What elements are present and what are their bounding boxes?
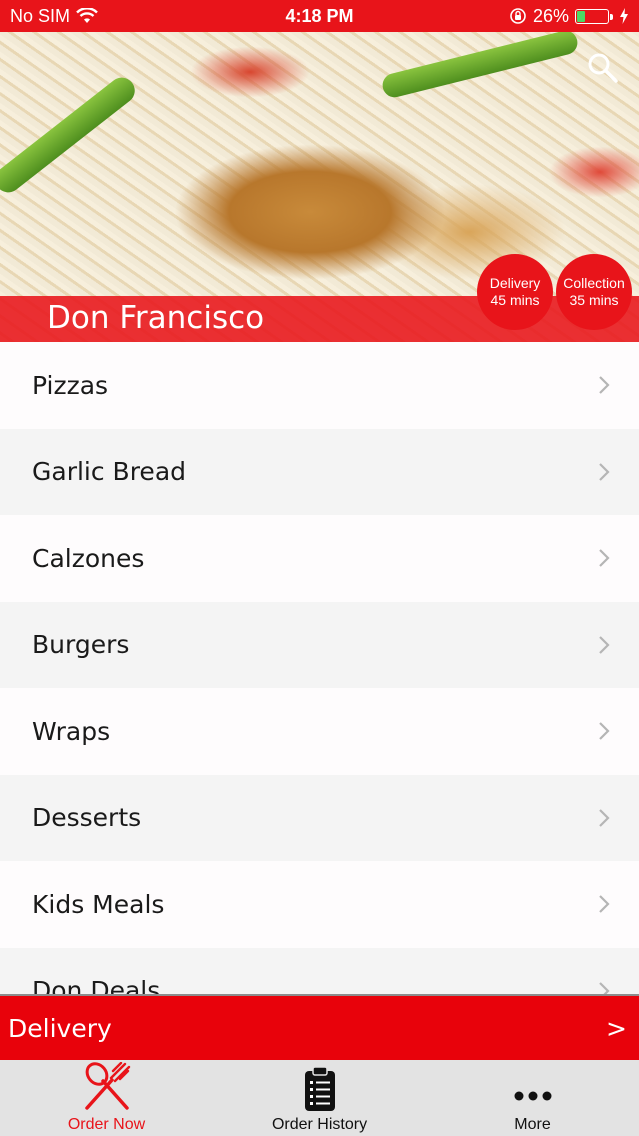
collection-time-badge: Collection 35 mins [556,254,632,330]
battery-level [577,10,586,22]
collection-badge-time: 35 mins [569,292,619,308]
charging-icon [620,8,628,24]
search-icon[interactable] [585,50,619,84]
menu-item-kids-meals[interactable]: Kids Meals [0,861,639,948]
tab-more[interactable]: More [426,1060,639,1136]
menu-item-burgers[interactable]: Burgers [0,601,639,688]
menu-item-label: Pizzas [32,370,109,400]
order-type-arrow: > [606,1013,627,1043]
menu-item-pizzas[interactable]: Pizzas [0,342,639,429]
chevron-right-icon [599,462,610,481]
delivery-badge-label: Delivery [489,275,541,291]
tab-label: More [514,1116,551,1133]
delivery-badge-time: 45 mins [490,292,540,308]
chevron-right-icon [599,549,610,568]
menu-item-label: Burgers [32,630,130,660]
tab-order-history[interactable]: Order History [213,1060,426,1136]
tab-label: Order Now [67,1116,146,1133]
chevron-right-icon [599,895,610,914]
menu-item-label: Garlic Bread [32,457,187,487]
status-right: 26% [509,6,629,27]
tab-order-now[interactable]: Order Now [0,1060,213,1136]
menu-item-don-deals[interactable]: Don Deals [0,947,639,994]
chevron-right-icon [599,376,610,395]
collection-badge-label: Collection [563,275,625,291]
menu-item-label: Calzones [32,543,145,573]
status-bar: No SIM 4:18 PM 26% [0,0,639,32]
more-dots-icon [514,1091,551,1101]
order-type-label: Delivery [8,1013,112,1043]
battery-percent: 26% [532,5,569,26]
menu-item-label: Don Deals [32,976,161,994]
order-type-bar[interactable]: Delivery > [0,994,639,1060]
menu-item-label: Desserts [32,803,142,833]
restaurant-name: Don Francisco [47,300,265,336]
menu-item-label: Wraps [32,716,111,746]
tab-bar: Order Now Order History More [0,1060,639,1136]
chevron-right-icon [599,635,610,654]
chevron-right-icon [599,981,610,994]
battery-icon [575,8,613,24]
chevron-right-icon [599,722,610,741]
menu-category-list[interactable]: Pizzas Garlic Bread Calzones Burgers Wra… [0,342,639,994]
fork-knife-icon [84,1062,130,1110]
tab-label: Order History [271,1116,368,1133]
status-left: No SIM [10,6,98,27]
wifi-icon [76,8,98,23]
delivery-time-badge: Delivery 45 mins [477,254,553,330]
menu-item-garlic-bread[interactable]: Garlic Bread [0,428,639,515]
rotation-lock-icon [510,8,526,24]
chili-decoration [0,72,140,198]
menu-item-calzones[interactable]: Calzones [0,515,639,602]
carrier-label: No SIM [10,5,71,26]
menu-item-label: Kids Meals [32,889,165,919]
clipboard-icon [304,1066,335,1111]
menu-item-desserts[interactable]: Desserts [0,774,639,861]
menu-item-wraps[interactable]: Wraps [0,688,639,775]
restaurant-hero-image: Don Francisco Delivery 45 mins Collectio… [0,32,639,342]
chili-decoration [380,32,580,100]
chevron-right-icon [599,808,610,827]
